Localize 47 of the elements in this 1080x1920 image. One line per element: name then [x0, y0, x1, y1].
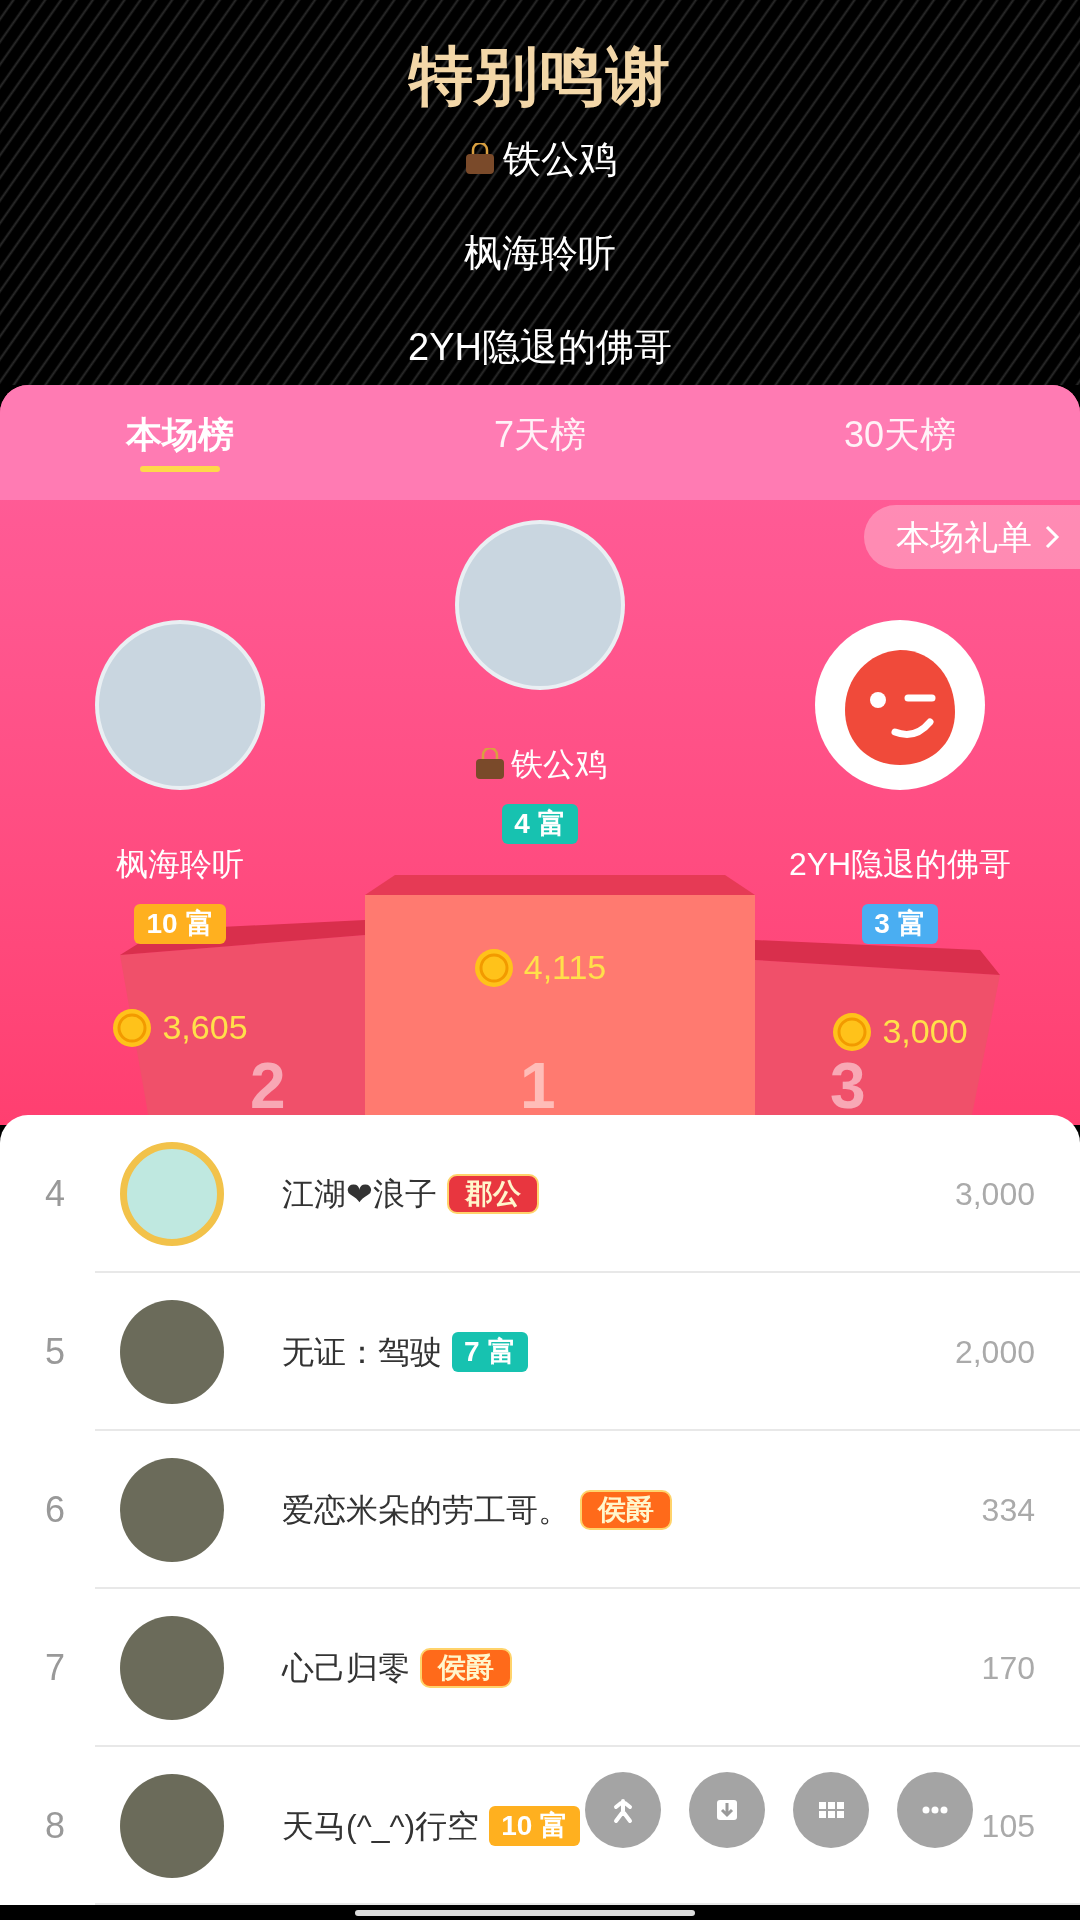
podium-number: 2: [250, 1059, 286, 1113]
coin-icon: [473, 947, 514, 988]
banner-title: 特别鸣谢: [408, 40, 672, 112]
handbag-icon: [473, 748, 507, 780]
tab[interactable]: 本场榜: [126, 402, 234, 483]
rank-number: 4: [44, 1172, 66, 1216]
wealth-level-badge: 7 富: [452, 1332, 528, 1372]
user-name: 铁公鸡: [511, 746, 607, 782]
score: 105: [981, 1807, 1035, 1846]
score: 2,000: [954, 1333, 1035, 1372]
gift-list-button[interactable]: 本场礼单: [864, 505, 1080, 569]
score: 170: [981, 1649, 1035, 1688]
user-name: 枫海聆听: [116, 846, 244, 882]
rank-number: 6: [44, 1488, 66, 1532]
rank-title-badge: 郡公: [447, 1174, 539, 1214]
rank-number: 5: [44, 1330, 66, 1374]
rank-number: 8: [44, 1804, 66, 1848]
handbag-icon: [463, 143, 497, 175]
user-name: 江湖❤浪子: [282, 1175, 437, 1214]
coin-icon: [832, 1011, 873, 1052]
credit-name: 枫海聆听: [464, 232, 616, 274]
wealth-level-badge: 10 富: [134, 904, 226, 944]
score: 334: [981, 1491, 1035, 1530]
wealth-level-badge: 3 富: [862, 904, 938, 944]
user-name: 爱恋米朵的劳工哥。: [282, 1491, 570, 1530]
rank-title-badge: 侯爵: [580, 1490, 672, 1530]
user-name: 心己归零: [282, 1649, 410, 1688]
score: 3,605: [162, 1007, 248, 1048]
rank-title-badge: 侯爵: [420, 1648, 512, 1688]
credit-name: 铁公鸡: [503, 138, 617, 180]
coin-icon: [112, 1007, 153, 1048]
wealth-level-badge: 4 富: [502, 804, 578, 844]
tab[interactable]: 30天榜: [843, 402, 956, 483]
podium-number: 3: [830, 1059, 866, 1113]
user-name: 2YH隐退的佛哥: [788, 846, 1012, 882]
credit-name: 2YH隐退的佛哥: [408, 326, 672, 368]
score: 3,000: [954, 1175, 1035, 1214]
podium-number: 1: [520, 1059, 556, 1113]
score: 4,115: [523, 947, 607, 988]
wealth-level-badge: 10 富: [489, 1806, 581, 1846]
tab[interactable]: 7天榜: [494, 402, 586, 483]
chevron-right-icon: [1044, 524, 1060, 550]
user-name: 无证：驾驶: [282, 1333, 442, 1372]
rank-number: 7: [44, 1646, 66, 1690]
more-icon: [921, 1806, 949, 1814]
user-name: 天马(^_^)行空: [282, 1807, 480, 1846]
score: 3,000: [882, 1011, 968, 1052]
